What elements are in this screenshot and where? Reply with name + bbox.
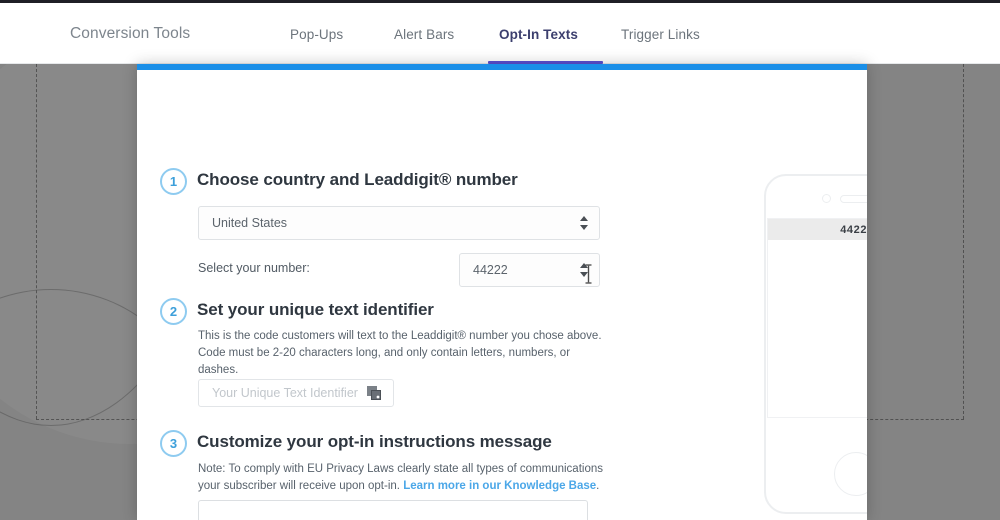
page-title: Conversion Tools [70,25,191,42]
guide-line-right [963,64,964,419]
step-1-title: Choose country and Leaddigit® number [197,170,518,189]
country-select[interactable]: United States [198,206,600,240]
phone-screen-header-number: 44222 [768,219,867,240]
step-2-marker: 2 [160,298,196,334]
tab-trigger-links[interactable]: Trigger Links [621,27,700,42]
phone-home-button-icon [834,452,867,496]
step-2-helper-text: This is the code customers will text to … [198,330,602,377]
step-2-title: Set your unique text identifier [197,300,434,319]
phone-speaker-icon [840,195,867,203]
number-select[interactable]: 44222 [459,253,600,287]
country-select-value: United States [212,216,288,230]
copy-icon[interactable] [367,386,381,400]
form-column: 1 Choose country and Leaddigit® number U… [137,70,617,520]
app-root: Conversion Tools Pop-Ups Alert Bars Opt-… [0,0,1000,520]
step-3-helper-text: Note: To comply with EU Privacy Laws cle… [198,461,603,495]
phone-preview-column: 44222 [617,70,867,520]
guide-line-bottom-right [855,419,964,420]
tab-pop-ups[interactable]: Pop-Ups [290,27,343,42]
step-3-marker: 3 [160,430,196,466]
number-select-value: 44222 [473,263,508,277]
stepper-arrows-icon [580,215,589,231]
step-number-badge: 2 [160,298,187,325]
phone-mockup: 44222 [764,174,867,514]
opt-in-message-textarea[interactable]: Hello! Please reply with a text containi… [198,500,588,520]
step-1-marker: 1 [160,168,196,204]
unique-text-identifier-placeholder: Your Unique Text Identifier [212,386,358,400]
phone-screen: 44222 [767,218,867,418]
tab-alert-bars[interactable]: Alert Bars [394,27,454,42]
top-navigation-bar: Conversion Tools Pop-Ups Alert Bars Opt-… [0,0,1000,64]
knowledge-base-link[interactable]: Learn more in our Knowledge Base [403,480,596,492]
unique-text-identifier-input[interactable]: Your Unique Text Identifier [198,379,394,407]
phone-camera-icon [822,194,831,203]
step-3-title: Customize your opt-in instructions messa… [197,432,552,451]
step-number-badge: 1 [160,168,187,195]
tab-opt-in-texts[interactable]: Opt-In Texts [499,27,578,42]
opt-in-text-editor-card: 1 Choose country and Leaddigit® number U… [137,64,867,520]
text-cursor-ibeam [584,264,593,284]
window-top-strip [0,0,1000,3]
step-3-helper-suffix: . [596,480,600,493]
select-number-label: Select your number: [198,261,310,275]
step-number-badge: 3 [160,430,187,457]
